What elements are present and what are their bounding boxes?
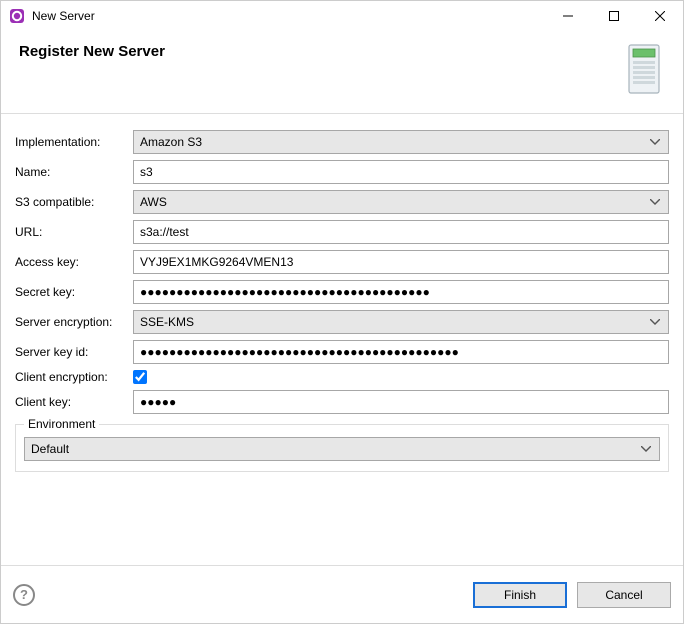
server-icon bbox=[623, 43, 665, 95]
secretkey-label: Secret key: bbox=[15, 285, 133, 299]
url-input[interactable] bbox=[133, 220, 669, 244]
dialog-title: Register New Server bbox=[19, 43, 623, 60]
name-label: Name: bbox=[15, 165, 133, 179]
app-icon bbox=[9, 8, 25, 24]
serverkeyid-label: Server key id: bbox=[15, 345, 133, 359]
environment-select[interactable]: Default bbox=[24, 437, 660, 461]
clientkey-input[interactable] bbox=[133, 390, 669, 414]
finish-button[interactable]: Finish bbox=[473, 582, 567, 608]
window-title: New Server bbox=[32, 9, 545, 23]
s3compat-select[interactable]: AWS bbox=[133, 190, 669, 214]
maximize-button[interactable] bbox=[591, 1, 637, 31]
accesskey-label: Access key: bbox=[15, 255, 133, 269]
clientkey-label: Client key: bbox=[15, 395, 133, 409]
implementation-select[interactable]: Amazon S3 bbox=[133, 130, 669, 154]
serverkeyid-input[interactable] bbox=[133, 340, 669, 364]
environment-group: Environment Default bbox=[15, 424, 669, 472]
implementation-label: Implementation: bbox=[15, 135, 133, 149]
help-icon: ? bbox=[20, 587, 28, 602]
secretkey-input[interactable] bbox=[133, 280, 669, 304]
help-button[interactable]: ? bbox=[13, 584, 35, 606]
name-input[interactable] bbox=[133, 160, 669, 184]
clientenc-label: Client encryption: bbox=[15, 370, 133, 384]
form-area: Implementation: Amazon S3 Name: S3 compa… bbox=[1, 114, 683, 472]
dialog-header: Register New Server bbox=[1, 31, 683, 114]
s3compat-label: S3 compatible: bbox=[15, 195, 133, 209]
footer: ? Finish Cancel bbox=[1, 565, 683, 623]
accesskey-input[interactable] bbox=[133, 250, 669, 274]
clientenc-checkbox[interactable] bbox=[133, 370, 147, 384]
environment-legend: Environment bbox=[24, 417, 99, 431]
serverenc-label: Server encryption: bbox=[15, 315, 133, 329]
cancel-button[interactable]: Cancel bbox=[577, 582, 671, 608]
close-button[interactable] bbox=[637, 1, 683, 31]
minimize-button[interactable] bbox=[545, 1, 591, 31]
titlebar: New Server bbox=[1, 1, 683, 31]
url-label: URL: bbox=[15, 225, 133, 239]
serverenc-select[interactable]: SSE-KMS bbox=[133, 310, 669, 334]
